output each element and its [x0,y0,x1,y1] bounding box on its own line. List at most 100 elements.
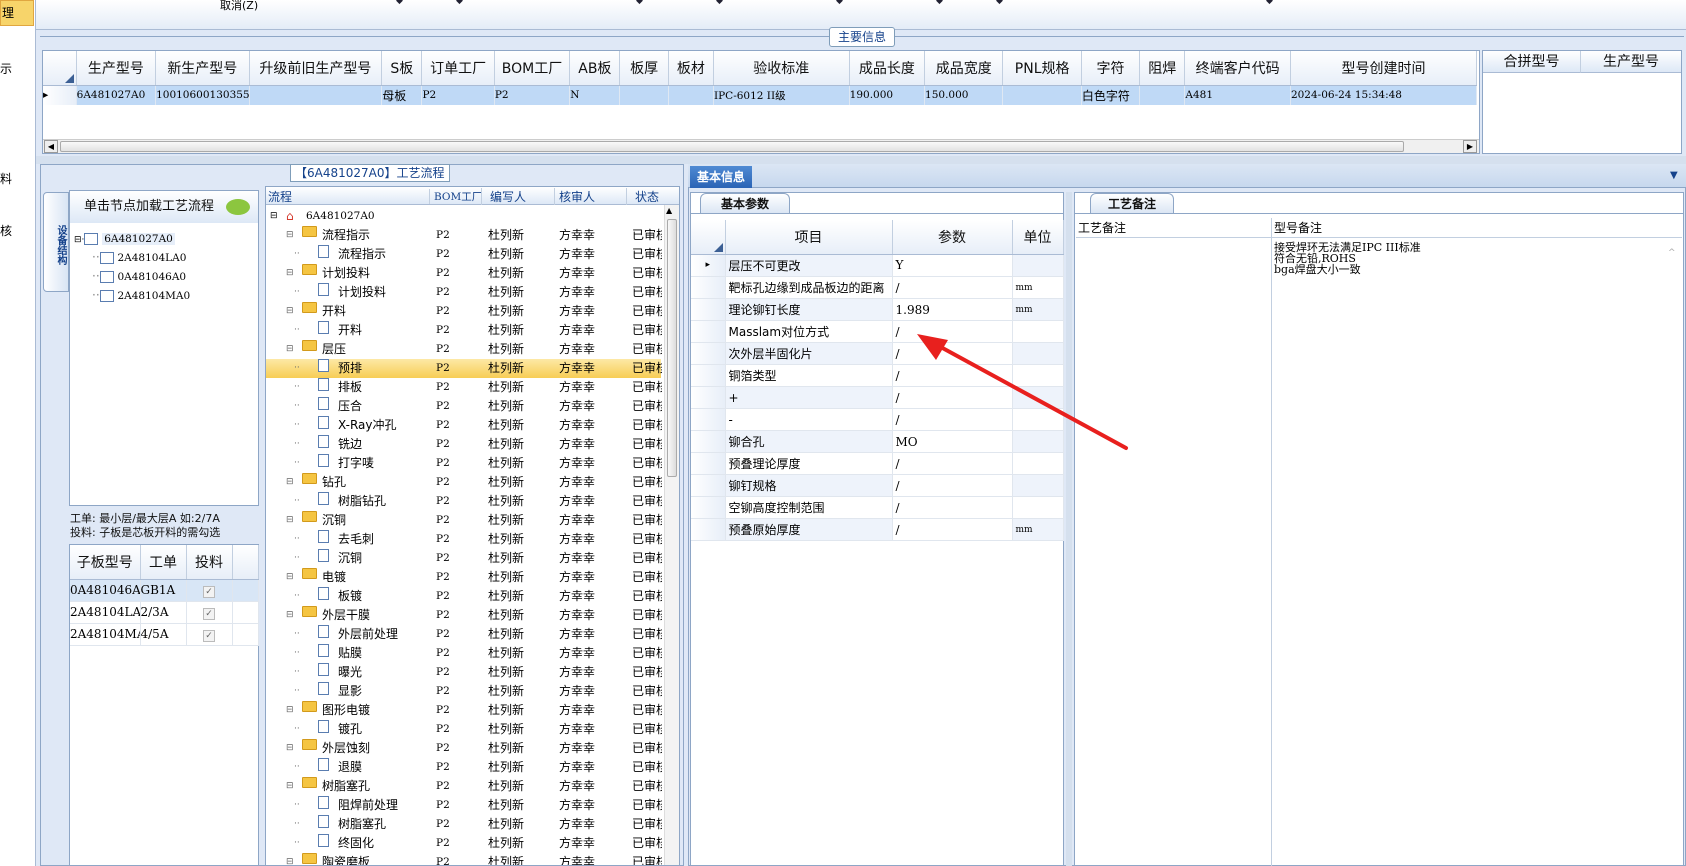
col-header[interactable]: 生产型号 [76,51,157,86]
col-header[interactable]: S板 [381,51,423,86]
col-header[interactable]: 成品长度 [849,51,926,86]
flow-row[interactable]: ⊟钻孔P2杜列新方幸幸已审核 [266,473,662,492]
flow-row[interactable]: ··压合P2杜列新方幸幸已审核 [266,397,662,416]
col-header[interactable]: 型号创建时间 [1290,51,1478,86]
grid-cell[interactable]: 母板 [381,85,423,105]
param-row[interactable]: 预叠原始厚度 / mm [691,518,1064,541]
chevron-down-icon[interactable]: ◆ [936,0,943,6]
flow-row[interactable]: ··沉铜P2杜列新方幸幸已审核 [266,549,662,568]
scroll-thumb[interactable] [60,141,1404,152]
flow-row[interactable]: ⊟树脂塞孔P2杜列新方幸幸已审核 [266,777,662,796]
col-header[interactable]: BOM工厂 [494,51,571,86]
table-row[interactable]: 0A481046A0GB1A✓ [70,579,259,602]
param-value[interactable]: Y [892,254,1013,277]
scroll-thumb[interactable] [667,219,677,477]
col-header[interactable]: 订单工厂 [421,51,495,86]
grid-cell[interactable]: 白色字符 [1081,85,1141,105]
col-header[interactable]: 升级前旧生产型号 [249,51,383,86]
param-value[interactable]: / [892,276,1013,299]
col-header[interactable]: BOM工厂 [429,189,482,204]
chevron-down-icon[interactable]: ◆ [456,0,463,6]
flow-row[interactable]: ··打字唛P2杜列新方幸幸已审核 [266,454,662,473]
grid-cell[interactable] [1002,85,1082,105]
flow-row[interactable]: ··预排P2杜列新方幸幸已审核 [266,359,662,378]
grid-cell[interactable] [1139,85,1186,105]
param-row[interactable]: 铆钉规格 / [691,474,1064,497]
flow-row[interactable]: ··铣边P2杜列新方幸幸已审核 [266,435,662,454]
flow-row[interactable]: ⊟电镀P2杜列新方幸幸已审核 [266,568,662,587]
tree-node[interactable]: ·· 2A48104MA0 [92,286,190,304]
table-row[interactable]: ▸ 6A481027A0 10010600130355 母板 P2 P2 N I… [43,85,1478,105]
flow-row[interactable]: ⊟沉铜P2杜列新方幸幸已审核 [266,511,662,530]
grid-cell[interactable]: N [569,85,621,105]
horizontal-scrollbar[interactable]: ◀ ▶ [43,139,1479,153]
col-header[interactable]: AB板 [569,51,621,86]
grid-cell[interactable]: P2 [494,85,571,105]
chevron-down-icon[interactable]: ◆ [836,0,843,6]
flow-row[interactable]: ··退膜P2杜列新方幸幸已审核 [266,758,662,777]
flow-row[interactable]: ··板镀P2杜列新方幸幸已审核 [266,587,662,606]
nav-item-active[interactable]: 理 [0,0,34,26]
col-header[interactable]: 验收标准 [713,51,850,86]
col-header[interactable]: 投料 [186,545,233,580]
col-header[interactable]: 工单 [140,545,187,580]
param-value[interactable]: / [892,474,1013,497]
scroll-left-icon[interactable]: ◀ [44,140,58,153]
flow-row[interactable]: ··计划投料P2杜列新方幸幸已审核 [266,283,662,302]
tree-node[interactable]: ·· 0A481046A0 [92,267,186,285]
flow-root-node[interactable]: ⊟ ⌂ 6A481027A0 [266,207,661,226]
grid-cell[interactable]: 150.000 [924,85,1004,105]
table-row[interactable]: 2A48104LA02/3A✓ [70,601,259,624]
chevron-down-icon[interactable]: ◆ [1266,0,1273,6]
col-header[interactable]: 状态 [626,188,659,205]
col-header[interactable]: 核审人 [554,188,595,205]
flow-row[interactable]: ··开料P2杜列新方幸幸已审核 [266,321,662,340]
flow-row[interactable]: ⊟外层干膜P2杜列新方幸幸已审核 [266,606,662,625]
flow-row[interactable]: ··X-Ray冲孔P2杜列新方幸幸已审核 [266,416,662,435]
col-header[interactable]: 编写人 [481,188,526,205]
nav-item-2[interactable]: 示 [0,60,12,77]
flow-row[interactable]: ⊟外层蚀刻P2杜列新方幸幸已审核 [266,739,662,758]
nav-item-4[interactable]: 核 [0,222,12,239]
scroll-up-icon[interactable]: ^ [1668,248,1676,258]
col-header[interactable]: PNL规格 [1002,51,1082,86]
flow-row[interactable]: ··阻焊前处理P2杜列新方幸幸已审核 [266,796,662,815]
chevron-down-icon[interactable]: ◆ [636,0,643,6]
col-header[interactable]: 生产型号 [1581,51,1681,73]
tab-basic-info[interactable]: 基本信息 [690,166,752,188]
param-value[interactable]: / [892,518,1013,541]
tab-basic-params[interactable]: 基本参数 [700,193,790,213]
flow-row[interactable]: ··树脂钻孔P2杜列新方幸幸已审核 [266,492,662,511]
flow-row[interactable]: ⊟陶瓷磨板P2杜列新方幸幸已审核 [266,853,662,865]
flow-row[interactable]: ⊟开料P2杜列新方幸幸已审核 [266,302,662,321]
col-header[interactable]: 板厚 [619,51,669,86]
col-header[interactable]: 板材 [668,51,714,86]
grid-cell[interactable]: 2024-06-24 15:34:48 [1290,85,1478,105]
grid-cell[interactable]: P2 [421,85,495,105]
col-header[interactable]: 字符 [1081,51,1141,86]
param-row[interactable]: 靶标孔边缘到成品板边的距离 / mm [691,276,1064,299]
nav-item-3[interactable]: 料 [0,170,12,187]
flow-row[interactable]: ··流程指示P2杜列新方幸幸已审核 [266,245,662,264]
flow-row[interactable]: ··树脂塞孔P2杜列新方幸幸已审核 [266,815,662,834]
tree-node[interactable]: ·· 2A48104LA0 [92,248,186,266]
table-row[interactable]: 2A48104MA04/5A✓ [70,623,259,646]
col-header[interactable]: 流程 [268,188,292,205]
param-value[interactable]: / [892,496,1013,519]
flow-row[interactable]: ⊟计划投料P2杜列新方幸幸已审核 [266,264,662,283]
flow-row[interactable]: ⊟图形电镀P2杜列新方幸幸已审核 [266,701,662,720]
grid-cell[interactable]: A481 [1184,85,1291,105]
equipment-structure-tab[interactable]: 设备结构 [43,192,69,292]
col-header[interactable]: 单位 [1012,220,1064,255]
grid-cell[interactable]: IPC-6012 II级 [713,85,850,105]
param-row[interactable]: ▸ 层压不可更改 Y [691,254,1064,277]
flow-row[interactable]: ··镀孔P2杜列新方幸幸已审核 [266,720,662,739]
grid-cell[interactable] [249,85,383,105]
col-header[interactable]: 子板型号 [70,545,141,580]
model-remark-text[interactable]: 接受焊环无法满足IPC III标准 符合无铅,ROHS bga焊盘大小一致 [1272,238,1682,275]
grid-cell[interactable] [668,85,714,105]
flow-row[interactable]: ··终固化P2杜列新方幸幸已审核 [266,834,662,853]
grid-cell[interactable]: 10010600130355 [155,85,250,105]
col-header[interactable]: 阻焊 [1139,51,1186,86]
flow-row[interactable]: ⊟流程指示P2杜列新方幸幸已审核 [266,226,662,245]
